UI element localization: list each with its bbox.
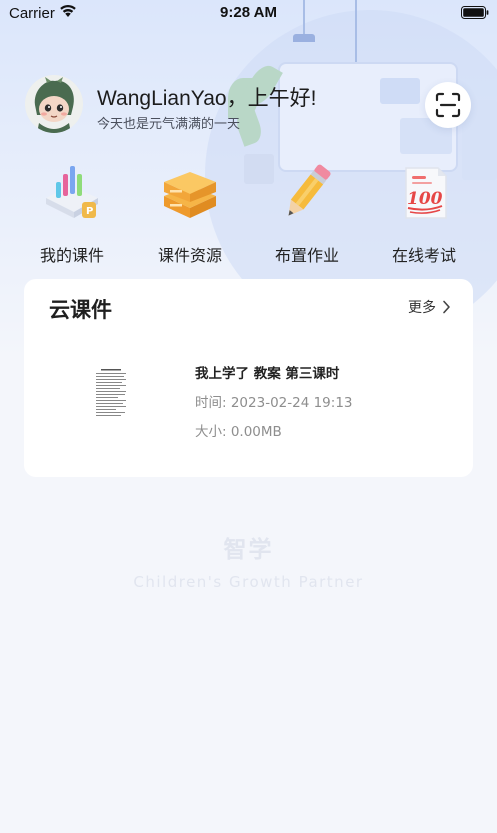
document-thumbnail: [92, 366, 130, 424]
svg-text:P: P: [86, 206, 93, 217]
menu-label: 布置作业: [274, 246, 339, 265]
svg-text:100: 100: [407, 189, 443, 209]
scan-button[interactable]: [425, 82, 471, 128]
courseware-title: 我上学了 教案 第三课时: [195, 366, 340, 382]
brand-watermark: 智学: [223, 537, 274, 563]
menu-item-my-courseware[interactable]: P 我的课件: [22, 158, 122, 268]
avatar[interactable]: [25, 75, 83, 133]
scan-icon: [435, 92, 461, 118]
more-button[interactable]: 更多: [408, 297, 451, 317]
status-bar: Carrier 9:28 AM: [0, 0, 497, 26]
more-label: 更多: [408, 300, 436, 316]
menu-label: 我的课件: [39, 246, 104, 265]
cloud-courseware-card: 云课件 更多 我上学了 教案 第三课时 时间: 2023-02-24 19:13…: [24, 279, 473, 477]
menu-item-online-exam[interactable]: 100 在线考试: [374, 158, 474, 268]
decorative-shelf: [380, 78, 420, 104]
menu-label: 课件资源: [157, 246, 222, 265]
menu-item-courseware-resources[interactable]: 课件资源: [140, 158, 240, 268]
menu-label: 在线考试: [391, 246, 456, 265]
clock: 9:28 AM: [220, 4, 277, 21]
courseware-size: 大小: 0.00MB: [195, 424, 282, 440]
my-courseware-icon: P: [46, 166, 98, 218]
assign-homework-icon: [288, 164, 331, 216]
greeting-subtitle: 今天也是元气满满的一天: [97, 117, 241, 132]
decorative-lamp: [293, 34, 315, 42]
avatar-image: [25, 75, 83, 133]
user-greeting: WangLianYao，上午好!: [97, 87, 317, 110]
chevron-right-icon: [443, 300, 450, 314]
online-exam-icon: 100: [405, 167, 447, 219]
courseware-resources-icon: [164, 172, 216, 218]
battery-icon: [461, 6, 489, 19]
courseware-time: 时间: 2023-02-24 19:13: [195, 395, 353, 411]
menu-item-assign-homework[interactable]: 布置作业: [257, 158, 357, 268]
card-title: 云课件: [49, 298, 112, 322]
brand-slogan: Children's Growth Partner: [133, 573, 364, 591]
